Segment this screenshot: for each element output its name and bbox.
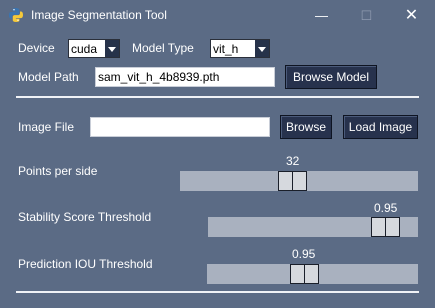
slider-thumb[interactable] [290,264,319,284]
points-per-side-slider[interactable] [180,171,418,191]
close-button[interactable]: ✕ [389,0,434,31]
prediction-iou-value: 0.95 [292,247,316,261]
stability-score-label: Stability Score Threshold [18,210,152,224]
prediction-iou-label: Prediction IOU Threshold [18,257,153,271]
device-select-value: cuda [71,42,98,56]
browse-button[interactable]: Browse [280,115,332,139]
chevron-down-icon [255,40,269,57]
device-label: Device [18,41,55,55]
chevron-down-icon [105,40,119,57]
maximize-icon: ☐ [360,8,373,23]
title-bar: Image Segmentation Tool — ☐ ✕ [0,0,435,31]
image-file-field[interactable] [90,117,270,137]
stability-score-slider[interactable] [208,217,418,237]
maximize-button[interactable]: ☐ [344,0,389,31]
slider-thumb[interactable] [371,217,400,237]
close-icon: ✕ [404,7,419,24]
model-type-label: Model Type [132,41,194,55]
image-file-label: Image File [18,120,75,134]
browse-model-button[interactable]: Browse Model [285,65,377,89]
minimize-button[interactable]: — [299,0,344,31]
model-type-select[interactable]: vit_h [210,39,270,58]
model-path-field[interactable]: sam_vit_h_4b8939.pth [95,67,275,87]
separator [16,96,419,98]
minimize-icon: — [315,8,328,23]
load-image-button[interactable]: Load Image [343,115,418,139]
stability-score-value: 0.95 [374,201,398,215]
slider-thumb[interactable] [278,171,307,191]
model-type-select-value: vit_h [213,42,239,56]
separator [16,291,419,293]
prediction-iou-slider[interactable] [207,264,418,284]
window-title: Image Segmentation Tool [31,8,167,22]
python-icon [9,8,23,22]
model-path-label: Model Path [18,70,79,84]
points-per-side-label: Points per side [18,164,98,178]
points-per-side-value: 32 [286,154,300,168]
device-select[interactable]: cuda [68,39,120,58]
